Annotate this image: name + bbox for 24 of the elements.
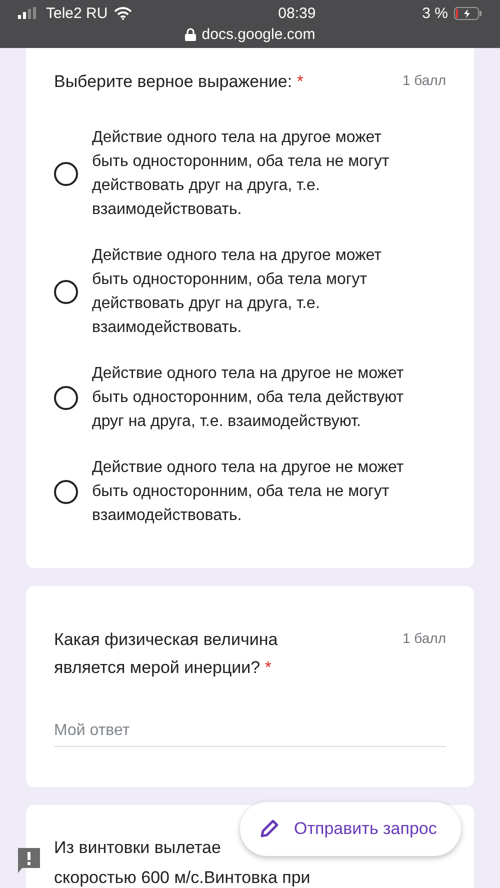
question-title-line: Из винтовки вылетае [54, 837, 222, 859]
radio-button[interactable] [54, 280, 78, 304]
option-label: Действие одного тела на другое не может быть односторонним, оба тела не могут взаимодействовать. [92, 458, 405, 526]
radio-button[interactable] [54, 480, 78, 504]
lock-icon [184, 28, 196, 41]
option-label: Действие одного тела на другое не может быть односторонним, оба тела действуют друг на друга, т.е. взаимодействуют. [92, 364, 405, 432]
clock-time: 08:39 [278, 4, 316, 22]
page-url[interactable]: docs.google.com [202, 26, 316, 43]
wifi-icon [114, 6, 132, 20]
question-title: Какая физическая величина является мерой инерции? * [54, 629, 279, 679]
carrier-name: Tele2 RU [46, 4, 108, 22]
pencil-icon [258, 818, 280, 840]
submit-request-button[interactable]: Отправить запрос [240, 802, 461, 856]
option-label: Действие одного тела на другое может быть односторонним, оба тела могут действовать друг на друга, т.е. взаимодействовать. [92, 246, 382, 338]
radio-button[interactable] [54, 162, 78, 186]
battery-percent: 3 % [422, 4, 448, 22]
points-label: 1 балл [402, 71, 446, 88]
points-label: 1 балл [402, 629, 446, 646]
radio-button[interactable] [54, 386, 78, 410]
battery-charging-icon [454, 6, 482, 20]
question-title: Выберите верное выражение: * [54, 71, 304, 93]
option-label: Действие одного тела на другое может быть односторонним, оба тела не могут действовать друг на друга, т.е. взаимодействовать. [92, 128, 390, 220]
feedback-icon[interactable] [16, 846, 42, 874]
question-title-line: скоростью 600 м/с.Винтовка при [54, 867, 312, 888]
